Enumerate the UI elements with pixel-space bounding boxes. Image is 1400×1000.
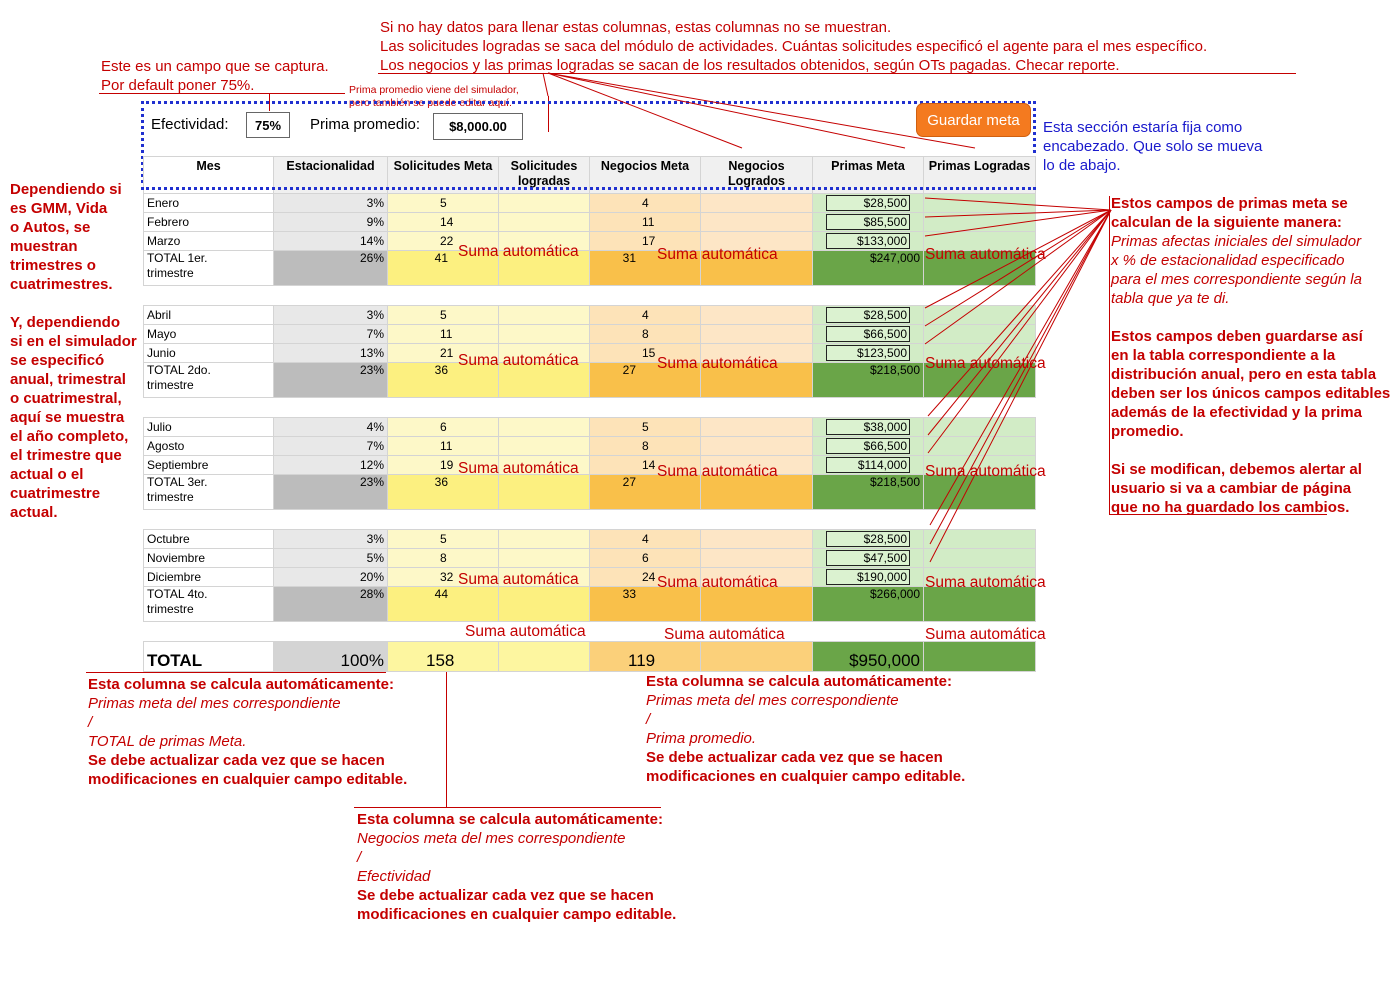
annotation-arrows	[542, 72, 1112, 563]
auto-sum-note: Suma automática	[657, 574, 778, 591]
auto-sum-note: Suma automática	[925, 626, 1046, 643]
arrow-line	[547, 72, 906, 149]
arrow-line	[547, 72, 743, 149]
auto-sum-note: Suma automática	[458, 243, 579, 260]
auto-sum-note: Suma automática	[458, 571, 579, 588]
arrow-line	[924, 197, 1112, 211]
arrow-line	[927, 209, 1112, 417]
auto-sum-note: Suma automática	[664, 626, 785, 643]
auto-sum-note: Suma automática	[458, 460, 579, 477]
auto-sum-note: Suma automática	[657, 463, 778, 480]
auto-sum-note: Suma automática	[657, 355, 778, 372]
auto-sum-note: Suma automática	[925, 463, 1046, 480]
arrow-line	[542, 72, 549, 97]
auto-sum-note: Suma automática	[657, 246, 778, 263]
arrow-line	[924, 209, 1112, 327]
auto-sum-note: Suma automática	[458, 352, 579, 369]
auto-sum-note: Suma automática	[925, 246, 1046, 263]
auto-sum-note: Suma automática	[925, 355, 1046, 372]
auto-sum-note: Suma automática	[925, 574, 1046, 591]
auto-sum-note: Suma automática	[465, 623, 586, 640]
arrow-line	[547, 72, 976, 149]
